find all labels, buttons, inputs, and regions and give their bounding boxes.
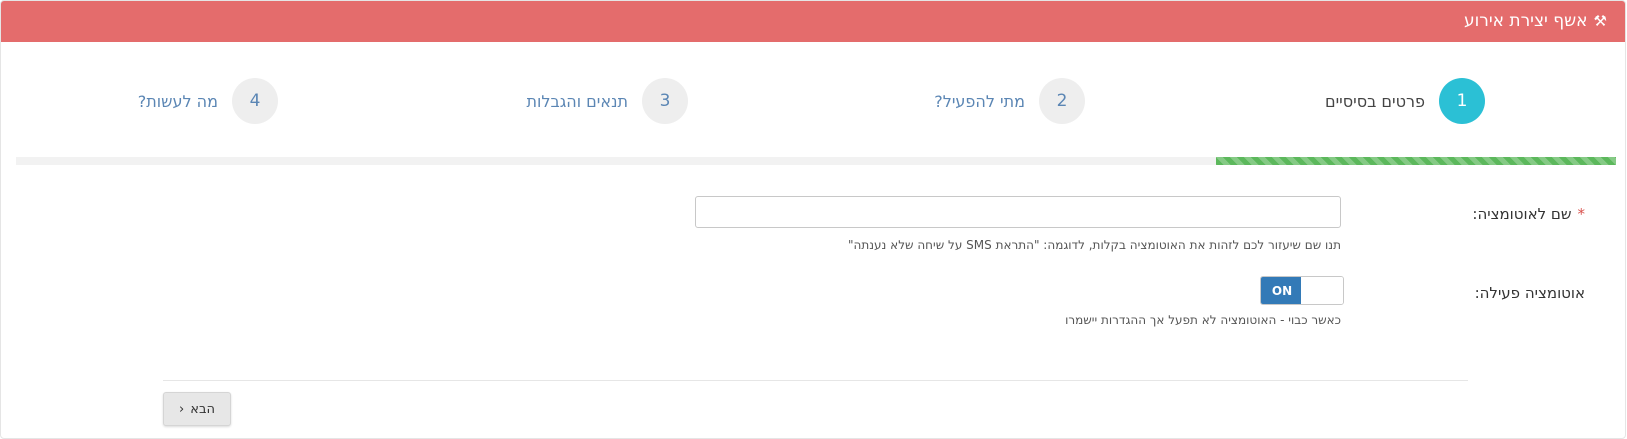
wizard-progress-bar [16, 157, 1616, 165]
step-2-number: 2 [1039, 78, 1085, 124]
next-button-label: הבא [190, 401, 215, 417]
automation-name-label: * שם לאוטומציה: [1472, 205, 1585, 223]
automation-name-input[interactable] [695, 196, 1341, 228]
automation-active-label: אוטומציה פעילה: [1474, 284, 1585, 302]
automation-name-hint: תנו שם שיעזור לכם לזהות את האוטומציה בקל… [847, 238, 1341, 252]
step-2-when-to-run[interactable]: 2 מתי להפעיל? [934, 78, 1085, 124]
step-1-label: פרטים בסיסיים [1324, 91, 1425, 111]
step-4-label: מה לעשות? [137, 91, 218, 111]
toggle-on-label: ON [1261, 277, 1303, 304]
required-asterisk: * [1577, 205, 1586, 223]
automation-active-toggle[interactable]: ON [1260, 276, 1344, 305]
toggle-knob[interactable] [1301, 277, 1343, 304]
step-4-what-to-do[interactable]: 4 מה לעשות? [138, 78, 278, 124]
step-1-basic-details[interactable]: 1 פרטים בסיסיים [1325, 78, 1485, 124]
header-title-text: אשף יצירת אירוע [1463, 11, 1588, 31]
step-1-number: 1 [1439, 78, 1485, 124]
next-button[interactable]: הבא ‹ [163, 392, 231, 426]
automation-name-label-text: שם לאוטומציה: [1472, 205, 1572, 223]
step-3-conditions[interactable]: 3 תנאים והגבלות [526, 78, 688, 124]
automation-active-hint: כאשר כבוי - האוטומציה לא תפעל אך ההגדרות… [1065, 313, 1341, 327]
panel-header: ⚒ אשף יצירת אירוע [1, 1, 1625, 42]
chevron-right-icon: ‹ [179, 401, 185, 417]
magic-wand-icon: ⚒ [1593, 12, 1607, 30]
form-divider [163, 380, 1468, 381]
step-4-number: 4 [232, 78, 278, 124]
wizard-panel: ⚒ אשף יצירת אירוע 1 פרטים בסיסיים 2 מתי … [0, 0, 1626, 439]
header-title: ⚒ אשף יצירת אירוע [1464, 11, 1607, 31]
step-3-label: תנאים והגבלות [526, 91, 628, 111]
step-3-number: 3 [642, 78, 688, 124]
wizard-progress-fill [1216, 157, 1616, 165]
step-2-label: מתי להפעיל? [934, 91, 1025, 111]
